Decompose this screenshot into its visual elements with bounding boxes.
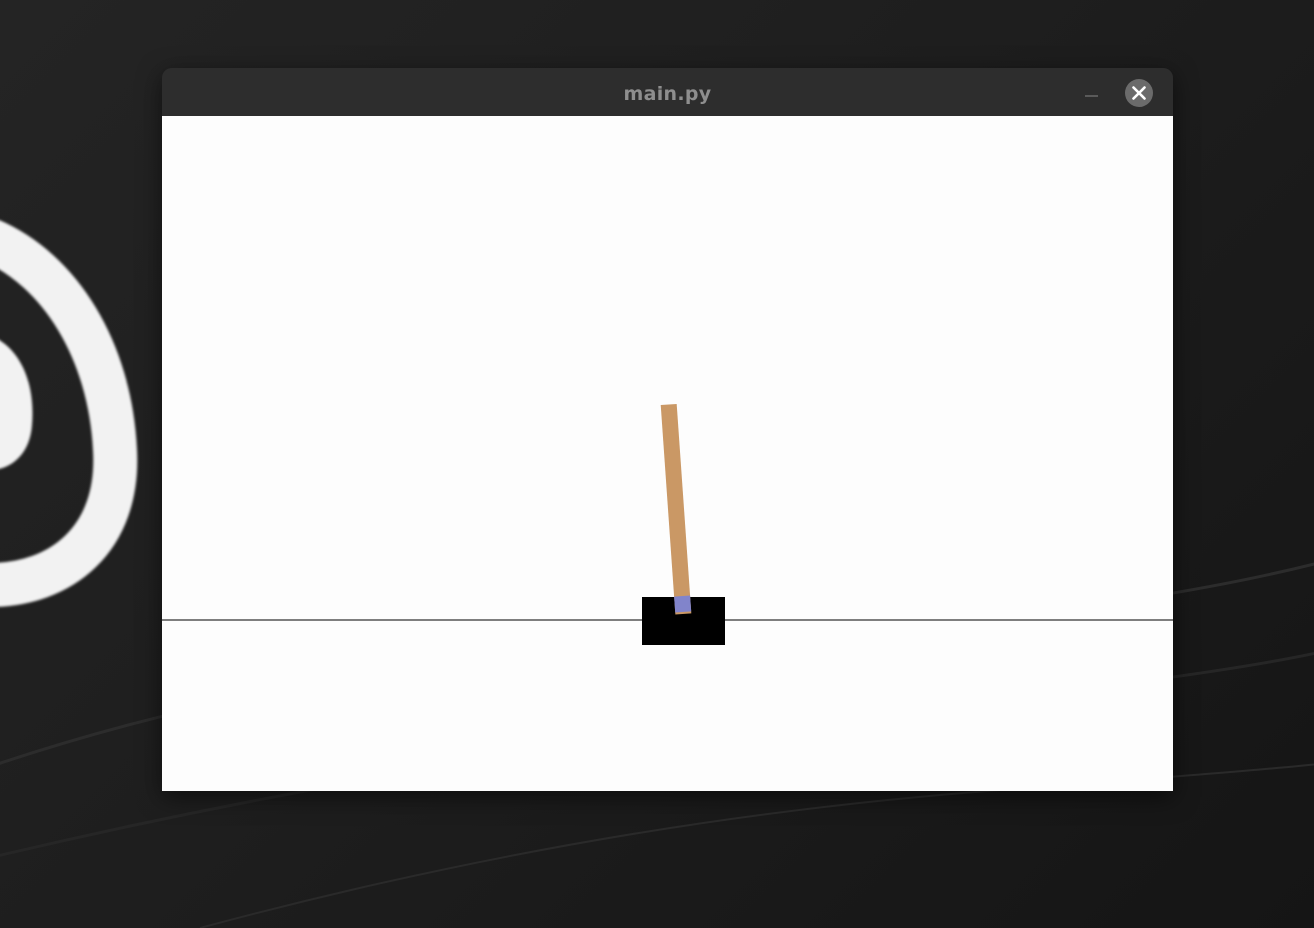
close-button[interactable] — [1125, 79, 1153, 107]
desktop: main.py — [0, 0, 1314, 928]
pole-axle — [674, 595, 692, 613]
title-bar[interactable]: main.py — [162, 68, 1173, 116]
app-window: main.py — [162, 68, 1173, 791]
cartpole-scene — [162, 116, 1173, 791]
minimize-icon — [1085, 95, 1098, 97]
render-canvas — [162, 116, 1173, 791]
window-title: main.py — [623, 83, 712, 105]
minimize-button[interactable] — [1080, 80, 1104, 104]
close-icon — [1132, 86, 1146, 100]
